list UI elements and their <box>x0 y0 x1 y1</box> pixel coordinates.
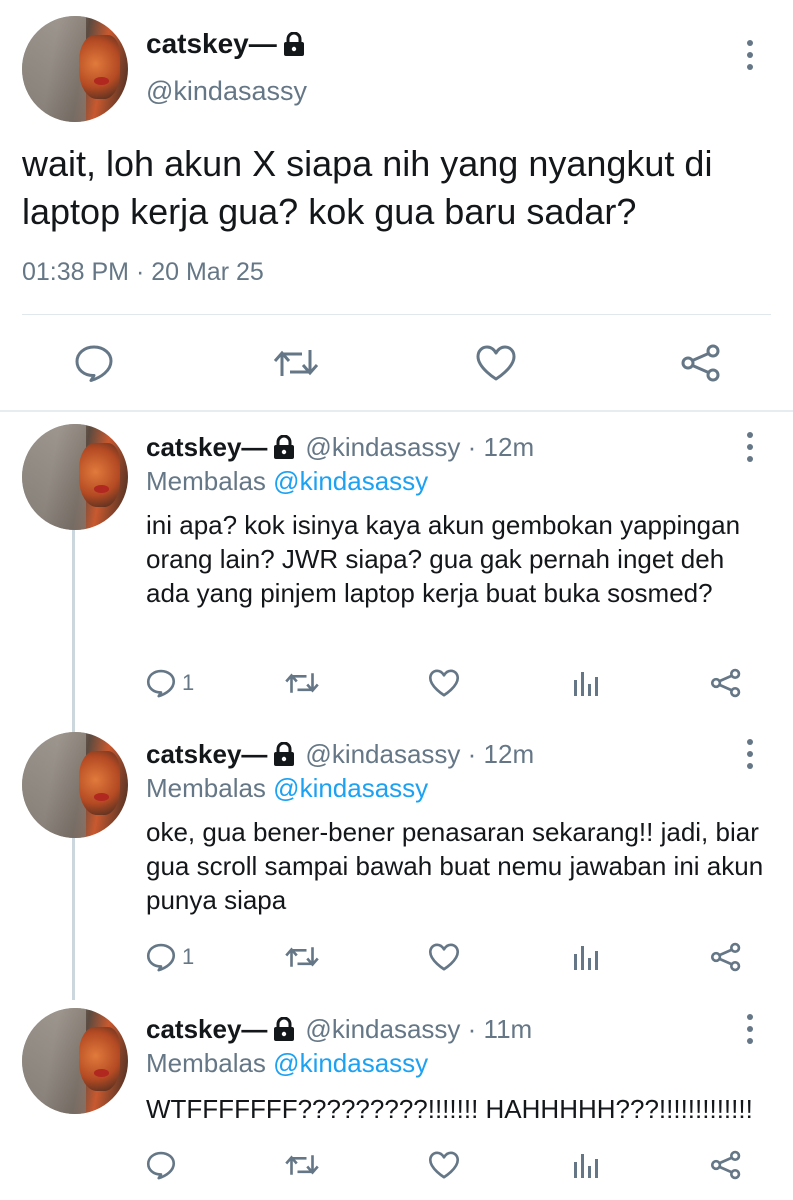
reply-header: catskey— @kindasassy · 12m <box>146 432 534 463</box>
more-options-icon[interactable] <box>738 40 762 70</box>
analytics-button[interactable] <box>572 668 600 698</box>
avatar[interactable] <box>22 1008 128 1114</box>
reply-mention[interactable]: @kindasassy <box>273 773 428 803</box>
share-icon <box>710 668 741 698</box>
divider <box>22 314 771 315</box>
like-icon <box>476 345 516 381</box>
share-icon <box>710 1150 741 1180</box>
retweet-icon <box>285 673 319 693</box>
reply-header: catskey— @kindasassy · 11m <box>146 1014 532 1045</box>
share-button[interactable] <box>680 344 722 382</box>
reply-text: WTFFFFFFF?????????!!!!!!! HAHHHHH???!!!!… <box>146 1094 753 1124</box>
reply-text: ini apa? kok isinya kaya akun gembokan y… <box>146 510 741 608</box>
reply-button[interactable] <box>146 1150 182 1180</box>
lock-icon <box>273 741 295 766</box>
lock-icon <box>273 434 295 459</box>
analytics-button[interactable] <box>572 1150 600 1180</box>
share-icon <box>681 344 720 382</box>
reply-mention[interactable]: @kindasassy <box>273 1048 428 1078</box>
like-button[interactable] <box>428 668 460 698</box>
display-name[interactable]: catskey— <box>146 1014 267 1045</box>
like-icon <box>428 943 460 971</box>
reply-prefix: Membalas <box>146 773 266 803</box>
retweet-button[interactable] <box>272 346 320 380</box>
reply-button[interactable] <box>74 344 114 382</box>
lock-icon <box>283 31 305 56</box>
reply-button[interactable]: 1 <box>146 942 194 972</box>
reply-count: 1 <box>182 944 195 969</box>
retweet-button[interactable] <box>284 1152 320 1178</box>
retweet-icon <box>285 947 319 967</box>
reply-icon <box>146 669 176 698</box>
display-name[interactable]: catskey— <box>146 739 267 770</box>
handle-time[interactable]: @kindasassy · 11m <box>305 1014 532 1045</box>
reply-prefix: Membalas <box>146 1048 266 1078</box>
analytics-icon <box>574 672 598 696</box>
avatar[interactable] <box>22 16 128 122</box>
lock-icon <box>273 1016 295 1041</box>
like-icon <box>428 669 460 697</box>
share-button[interactable] <box>710 942 742 972</box>
retweet-icon <box>273 350 319 376</box>
analytics-button[interactable] <box>572 942 600 972</box>
handle[interactable]: @kindasassy <box>146 76 307 107</box>
more-options-icon[interactable] <box>738 1014 762 1044</box>
handle-time[interactable]: @kindasassy · 12m <box>305 432 534 463</box>
reply-header: catskey— @kindasassy · 12m <box>146 739 534 770</box>
display-name[interactable]: catskey— <box>146 432 267 463</box>
reply-prefix: Membalas <box>146 466 266 496</box>
reply-to-label: Membalas @kindasassy <box>146 466 428 497</box>
reply-icon <box>75 345 113 382</box>
like-button[interactable] <box>475 344 517 382</box>
reply-button[interactable]: 1 <box>146 668 194 698</box>
more-options-icon[interactable] <box>738 432 762 462</box>
like-icon <box>428 1151 460 1179</box>
analytics-icon <box>574 946 598 970</box>
display-name[interactable]: catskey— <box>146 28 305 60</box>
retweet-button[interactable] <box>284 670 320 696</box>
reply-mention[interactable]: @kindasassy <box>273 466 428 496</box>
reply-to-label: Membalas @kindasassy <box>146 773 428 804</box>
section-divider <box>0 410 793 412</box>
share-button[interactable] <box>710 1150 742 1180</box>
tweet-timestamp[interactable]: 01:38 PM · 20 Mar 25 <box>22 258 264 287</box>
share-button[interactable] <box>710 668 742 698</box>
avatar[interactable] <box>22 732 128 838</box>
like-button[interactable] <box>428 1150 460 1180</box>
reply-to-label: Membalas @kindasassy <box>146 1048 428 1079</box>
handle-time[interactable]: @kindasassy · 12m <box>305 739 534 770</box>
reply-count: 1 <box>182 670 195 695</box>
more-options-icon[interactable] <box>738 739 762 769</box>
share-icon <box>710 942 741 972</box>
retweet-icon <box>285 1155 319 1175</box>
avatar[interactable] <box>22 424 128 530</box>
tweet-text: wait, loh akun X siapa nih yang nyangkut… <box>22 143 713 232</box>
analytics-icon <box>574 1154 598 1178</box>
retweet-button[interactable] <box>284 944 320 970</box>
display-name-text[interactable]: catskey— <box>146 28 277 60</box>
like-button[interactable] <box>428 942 460 972</box>
reply-text: oke, gua bener-bener penasaran sekarang!… <box>146 817 764 915</box>
reply-icon <box>146 1151 176 1180</box>
reply-icon <box>146 943 176 972</box>
